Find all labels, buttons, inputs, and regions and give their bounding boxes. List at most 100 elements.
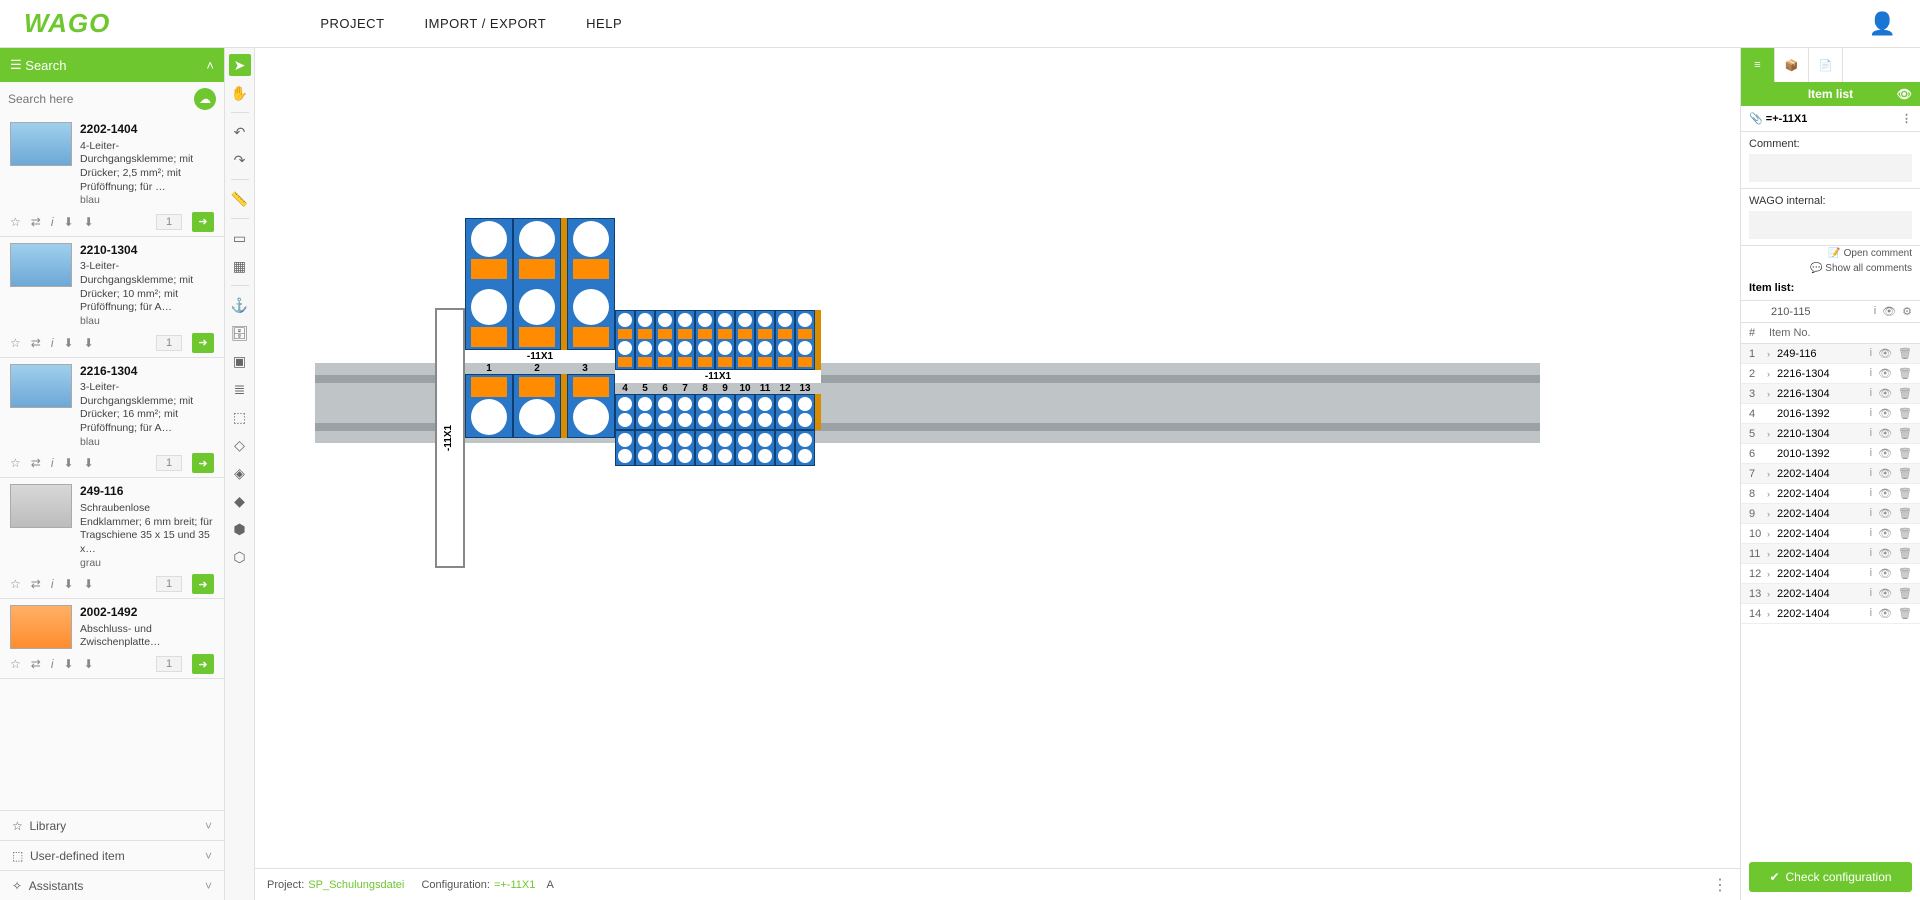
expand-icon[interactable]: › bbox=[1767, 469, 1777, 479]
expand-icon[interactable]: › bbox=[1767, 509, 1777, 519]
expand-icon[interactable]: › bbox=[1767, 529, 1777, 539]
redo-icon[interactable]: ↷ bbox=[229, 149, 251, 171]
download-icon[interactable]: ⬇ bbox=[64, 577, 74, 591]
delete-icon[interactable]: 🗑 bbox=[1898, 347, 1912, 360]
terminal-block-small[interactable] bbox=[795, 310, 815, 370]
gear-icon[interactable]: ⚙ bbox=[1902, 305, 1912, 318]
add-button[interactable]: ➜ bbox=[192, 574, 214, 594]
itemlist-row[interactable]: 9 › 2202-1404 i 👁 🗑 bbox=[1741, 504, 1920, 524]
terminal-block-small[interactable] bbox=[775, 394, 795, 430]
terminal-block-small[interactable] bbox=[635, 430, 655, 466]
eye-icon[interactable]: 👁 bbox=[1897, 87, 1912, 101]
pointer-icon[interactable]: ➤ bbox=[229, 54, 251, 76]
cube2-icon[interactable]: ◇ bbox=[229, 434, 251, 456]
terminal-block-large[interactable] bbox=[465, 374, 513, 438]
terminal-assembly[interactable]: -11X1 -11X1123 -11X145678910111213 bbox=[435, 218, 821, 568]
layers-icon[interactable]: ≣ bbox=[229, 378, 251, 400]
terminal-block-small[interactable] bbox=[735, 310, 755, 370]
footer-library[interactable]: ☆ Library ˅ bbox=[0, 810, 224, 840]
itemlist-row[interactable]: 12 › 2202-1404 i 👁 🗑 bbox=[1741, 564, 1920, 584]
itemlist-row[interactable]: 3 › 2216-1304 i 👁 🗑 bbox=[1741, 384, 1920, 404]
download2-icon[interactable]: ⬇ bbox=[84, 336, 94, 350]
module-icon[interactable]: ▣ bbox=[229, 350, 251, 372]
terminal-block-small[interactable] bbox=[675, 394, 695, 430]
compare-icon[interactable]: ⇄ bbox=[31, 577, 41, 591]
menu-project[interactable]: PROJECT bbox=[320, 16, 384, 31]
hand-icon[interactable]: ✋ bbox=[229, 82, 251, 104]
info-icon[interactable]: i bbox=[1870, 367, 1872, 380]
rail-icon[interactable]: ▭ bbox=[229, 227, 251, 249]
status-project-value[interactable]: SP_Schulungsdatei bbox=[308, 879, 404, 891]
eye-icon[interactable]: 👁 bbox=[1878, 407, 1892, 420]
eye-icon[interactable]: 👁 bbox=[1882, 305, 1896, 318]
undo-icon[interactable]: ↶ bbox=[229, 121, 251, 143]
star-icon[interactable]: ☆ bbox=[10, 577, 21, 591]
cylinder-icon[interactable]: 🗄 bbox=[229, 322, 251, 344]
expand-icon[interactable]: › bbox=[1767, 589, 1777, 599]
cube3-icon[interactable]: ◈ bbox=[229, 462, 251, 484]
catalog-item[interactable]: 2210-1304 3-Leiter-Durchgangsklemme; mit… bbox=[0, 237, 224, 358]
eye-icon[interactable]: 👁 bbox=[1878, 607, 1892, 620]
terminal-block-small[interactable] bbox=[735, 430, 755, 466]
qty-input[interactable]: 1 bbox=[156, 576, 182, 592]
delete-icon[interactable]: 🗑 bbox=[1898, 447, 1912, 460]
eye-icon[interactable]: 👁 bbox=[1878, 547, 1892, 560]
info-icon[interactable]: i bbox=[1870, 347, 1872, 360]
info-icon[interactable]: i bbox=[1870, 587, 1872, 600]
star-icon[interactable]: ☆ bbox=[10, 215, 21, 229]
add-button[interactable]: ➜ bbox=[192, 212, 214, 232]
expand-icon[interactable]: › bbox=[1767, 489, 1777, 499]
download-icon[interactable]: ⬇ bbox=[64, 336, 74, 350]
eye-icon[interactable]: 👁 bbox=[1878, 347, 1892, 360]
end-plate[interactable]: -11X1 bbox=[435, 308, 465, 568]
tab-document[interactable]: 📄 bbox=[1809, 48, 1843, 82]
menu-import-export[interactable]: IMPORT / EXPORT bbox=[425, 16, 547, 31]
eye-icon[interactable]: 👁 bbox=[1878, 467, 1892, 480]
terminal-block-large[interactable] bbox=[567, 218, 615, 350]
terminal-block-small[interactable] bbox=[695, 430, 715, 466]
itemlist-row[interactable]: 13 › 2202-1404 i 👁 🗑 bbox=[1741, 584, 1920, 604]
delete-icon[interactable]: 🗑 bbox=[1898, 527, 1912, 540]
eye-icon[interactable]: 👁 bbox=[1878, 427, 1892, 440]
compare-icon[interactable]: ⇄ bbox=[31, 456, 41, 470]
info-icon[interactable]: i bbox=[51, 336, 54, 350]
catalog-header[interactable]: ☰ Search ˄ bbox=[0, 48, 224, 82]
itemlist-row[interactable]: 1 › 249-116 i 👁 🗑 bbox=[1741, 344, 1920, 364]
terminal-block-small[interactable] bbox=[775, 310, 795, 370]
itemlist-row[interactable]: 7 › 2202-1404 i 👁 🗑 bbox=[1741, 464, 1920, 484]
status-more-icon[interactable]: ⋮ bbox=[1712, 875, 1728, 895]
comment-input[interactable] bbox=[1749, 154, 1912, 182]
delete-icon[interactable]: 🗑 bbox=[1898, 547, 1912, 560]
delete-icon[interactable]: 🗑 bbox=[1898, 467, 1912, 480]
footer-userdef[interactable]: ⬚ User-defined item ˅ bbox=[0, 840, 224, 870]
search-input[interactable] bbox=[8, 92, 188, 106]
grid-icon[interactable]: ▦ bbox=[229, 255, 251, 277]
terminal-block-small[interactable] bbox=[715, 310, 735, 370]
cube6-icon[interactable]: ⬡ bbox=[229, 546, 251, 568]
qty-input[interactable]: 1 bbox=[156, 656, 182, 672]
terminal-block-large[interactable] bbox=[465, 218, 513, 350]
tab-package[interactable]: 📦 bbox=[1775, 48, 1809, 82]
terminal-block-small[interactable] bbox=[775, 430, 795, 466]
info-icon[interactable]: i bbox=[51, 215, 54, 229]
check-configuration-button[interactable]: ✔ Check configuration bbox=[1749, 862, 1912, 892]
terminal-block-small[interactable] bbox=[795, 394, 815, 430]
compare-icon[interactable]: ⇄ bbox=[31, 657, 41, 671]
info-icon[interactable]: i bbox=[1870, 407, 1872, 420]
terminal-block-small[interactable] bbox=[615, 310, 635, 370]
internal-input[interactable] bbox=[1749, 211, 1912, 239]
delete-icon[interactable]: 🗑 bbox=[1898, 487, 1912, 500]
star-icon[interactable]: ☆ bbox=[10, 336, 21, 350]
terminal-block-small[interactable] bbox=[755, 394, 775, 430]
anchor-icon[interactable]: ⚓ bbox=[229, 294, 251, 316]
itemlist-row[interactable]: 6 2010-1392 i 👁 🗑 bbox=[1741, 444, 1920, 464]
expand-icon[interactable]: › bbox=[1767, 569, 1777, 579]
download2-icon[interactable]: ⬇ bbox=[84, 577, 94, 591]
itemlist-row[interactable]: 4 2016-1392 i 👁 🗑 bbox=[1741, 404, 1920, 424]
info-icon[interactable]: i bbox=[1870, 467, 1872, 480]
info-icon[interactable]: i bbox=[1870, 487, 1872, 500]
itemlist-row[interactable]: 11 › 2202-1404 i 👁 🗑 bbox=[1741, 544, 1920, 564]
compare-icon[interactable]: ⇄ bbox=[31, 336, 41, 350]
add-button[interactable]: ➜ bbox=[192, 333, 214, 353]
terminal-block-small[interactable] bbox=[615, 430, 635, 466]
